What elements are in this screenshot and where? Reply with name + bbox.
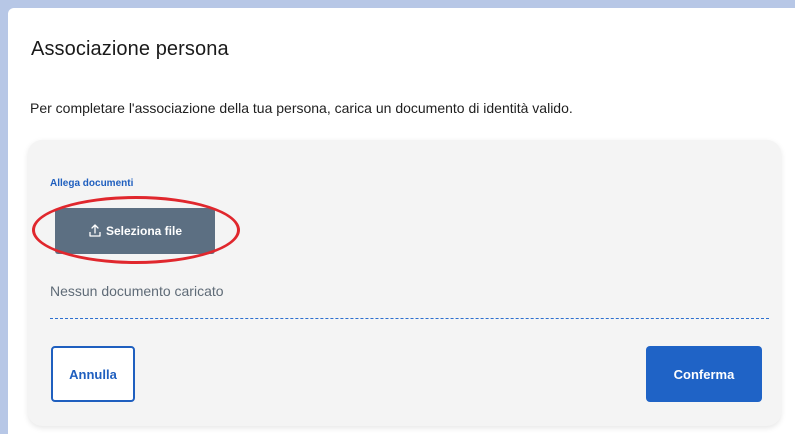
upload-icon xyxy=(88,224,102,238)
modal-title: Associazione persona xyxy=(31,38,229,60)
select-file-label: Seleziona file xyxy=(105,224,183,238)
modal-description: Per completare l'associazione della tua … xyxy=(30,100,573,116)
association-modal: Associazione persona Per completare l'as… xyxy=(8,8,795,434)
no-documents-text: Nessun documento caricato xyxy=(50,283,224,299)
dashed-divider xyxy=(50,318,769,319)
select-file-button[interactable]: Seleziona file xyxy=(55,208,215,254)
confirm-button[interactable]: Conferma xyxy=(646,346,762,402)
upload-card: Allega documenti Seleziona file Nessun d… xyxy=(28,140,781,426)
cancel-button[interactable]: Annulla xyxy=(51,346,135,402)
attach-documents-label: Allega documenti xyxy=(50,178,134,189)
